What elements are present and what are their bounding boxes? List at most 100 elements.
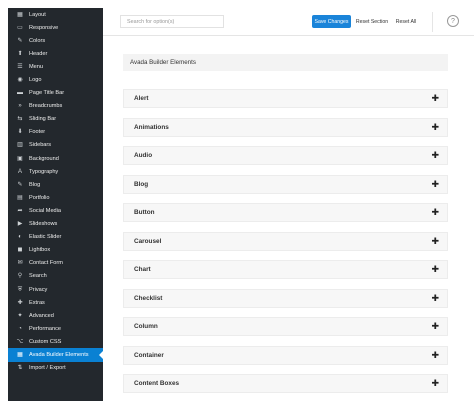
toolbar-divider (432, 12, 433, 32)
sidebar-item[interactable]: ⇅ Import / Export (8, 362, 103, 375)
search-options-input[interactable] (120, 15, 224, 28)
sidebar-item[interactable]: ⛨ Privacy (8, 283, 103, 296)
plus-icon[interactable]: ✚ (431, 322, 439, 331)
accordion-item[interactable]: Container ✚ (123, 345, 448, 365)
sidebar-item[interactable]: ✚ Extras (8, 296, 103, 309)
accordion-label: Button (134, 209, 155, 216)
sidebar-item[interactable]: ⇆ Sliding Bar (8, 113, 103, 126)
sidebar-item-label: Extras (29, 299, 45, 306)
accordion-item[interactable]: Checklist ✚ (123, 288, 448, 308)
help-icon[interactable]: ? (447, 15, 459, 27)
accordion-item[interactable]: Carousel ✚ (123, 231, 448, 251)
sidebar-item[interactable]: A Typography (8, 165, 103, 178)
sidebar-item[interactable]: ➦ Social Media (8, 204, 103, 217)
accordion-item[interactable]: Chart ✚ (123, 260, 448, 279)
sidebar-item[interactable]: ▬ Page Title Bar (8, 87, 103, 100)
sidebar-item[interactable]: ▦ Layout (8, 8, 103, 21)
sliding-bar-icon: ⇆ (17, 116, 23, 123)
sidebar-item-label: Header (29, 50, 48, 57)
accordion-label: Checklist (134, 294, 163, 302)
accordion-item[interactable]: Audio ✚ (123, 146, 448, 165)
contact-icon: ✉ (17, 260, 23, 267)
accordion-item[interactable]: Alert ✚ (123, 89, 448, 108)
sidebar-item-label: Colors (29, 37, 46, 44)
menu-icon: ☰ (17, 63, 23, 70)
plus-icon[interactable]: ✚ (431, 208, 439, 217)
plus-icon[interactable]: ✚ (431, 94, 439, 103)
sidebar-item[interactable]: ▤ Portfolio (8, 191, 103, 204)
search-icon: ⚲ (17, 273, 23, 280)
accordion-label: Column (134, 323, 158, 330)
sidebar-item-label: Privacy (29, 286, 48, 293)
sidebar-item-label: Contact Form (29, 260, 63, 267)
sidebar-item-label: Footer (29, 129, 46, 136)
sidebar-item[interactable]: ✦ Advanced (8, 309, 103, 322)
sidebar-item-label: Responsive (29, 24, 59, 31)
plus-icon[interactable]: ✚ (431, 350, 439, 360)
sidebar-item[interactable]: ⬆ Header (8, 47, 103, 60)
accordion-label: Carousel (134, 237, 162, 245)
plus-icon[interactable]: ✚ (431, 379, 439, 388)
sidebar-item[interactable]: ☰ Menu (8, 60, 103, 73)
sidebar-item[interactable]: ◼ Lightbox (8, 244, 103, 257)
sidebar-item[interactable]: ▶ Slideshows (8, 218, 103, 231)
sidebar-item-label: Social Media (29, 207, 62, 214)
sidebar-item[interactable]: ◐ Elastic Slider (8, 231, 103, 244)
logo-icon: ◉ (17, 77, 23, 84)
sidebar-item-label: Background (29, 155, 59, 162)
sidebars-icon: ▥ (17, 142, 23, 149)
share-icon: ➦ (17, 207, 23, 214)
sidebar-item[interactable]: ⚲ Search (8, 270, 103, 283)
accordion-item[interactable]: Blog ✚ (123, 174, 448, 194)
sidebar-item-label: Page Title Bar (29, 90, 65, 97)
layout-icon: ▦ (17, 11, 23, 18)
accordion-label: Audio (134, 152, 153, 159)
accordion-item[interactable]: Animations ✚ (123, 117, 448, 137)
accordion-label: Blog (134, 180, 149, 188)
sidebar-item[interactable]: ▦ Avada Builder Elements (8, 348, 103, 362)
sidebar-item-label: Lightbox (29, 247, 51, 254)
lightbox-icon: ◼ (17, 247, 23, 254)
accordion-label: Content Boxes (134, 380, 180, 387)
extras-icon: ✚ (17, 299, 23, 306)
sidebar-item-label: Search (29, 273, 47, 280)
sidebar-item-label: Slideshows (29, 221, 58, 228)
sidebar-item-label: Portfolio (29, 194, 50, 201)
performance-icon: ◔ (18, 325, 22, 332)
section-title: Avada Builder Elements (123, 54, 448, 71)
sidebar-item[interactable]: ▭ Responsive (8, 21, 103, 34)
sidebar-item[interactable]: ▣ Background (8, 152, 103, 165)
accordion-label: Alert (134, 95, 149, 102)
typography-icon: A (17, 168, 22, 175)
plus-icon[interactable]: ✚ (431, 265, 439, 274)
privacy-icon: ⛨ (17, 286, 23, 293)
sidebar-item[interactable]: ✎ Colors (8, 34, 103, 47)
reset-section-button[interactable]: Reset Section (355, 15, 389, 28)
sidebar-item-label: Performance (29, 325, 62, 332)
sidebar-item[interactable]: ⬇ Footer (8, 126, 103, 139)
sidebar-item[interactable]: ✉ Contact Form (8, 257, 103, 270)
reset-all-button[interactable]: Reset All (391, 15, 421, 28)
blog-icon: ✎ (17, 181, 23, 188)
save-changes-button[interactable]: Save Changes (312, 15, 351, 28)
plus-icon[interactable]: ✚ (431, 151, 439, 160)
options-sidebar: ▦ Layout ▭ Responsive ✎ Colors ⬆ Header ☰ Menu ◉ Lo… (8, 8, 103, 401)
plus-icon[interactable]: ✚ (431, 122, 439, 132)
accordion-item[interactable]: Button ✚ (123, 203, 448, 222)
sidebar-item[interactable]: ▥ Sidebars (8, 139, 103, 152)
sidebar-item[interactable]: ◉ Logo (8, 73, 103, 86)
plus-icon[interactable]: ✚ (431, 236, 439, 246)
sidebar-item[interactable]: ✎ Blog (8, 178, 103, 191)
plus-icon[interactable]: ✚ (431, 179, 439, 189)
sidebar-item-label: Elastic Slider (29, 234, 62, 241)
sidebar-item-label: Avada Builder Elements (29, 351, 89, 358)
slideshow-icon: ▶ (17, 221, 23, 228)
sidebar-item[interactable]: ⌥ Custom CSS (8, 335, 103, 348)
accordion-label: Container (134, 351, 164, 359)
accordion-item[interactable]: Content Boxes ✚ (123, 374, 448, 393)
sidebar-item[interactable]: » Breadcrumbs (8, 100, 103, 113)
plus-icon[interactable]: ✚ (431, 293, 439, 303)
sidebar-item[interactable]: ◔ Performance (8, 322, 103, 335)
accordion-item[interactable]: Column ✚ (123, 317, 448, 336)
sidebar-item-label: Layout (29, 11, 46, 18)
